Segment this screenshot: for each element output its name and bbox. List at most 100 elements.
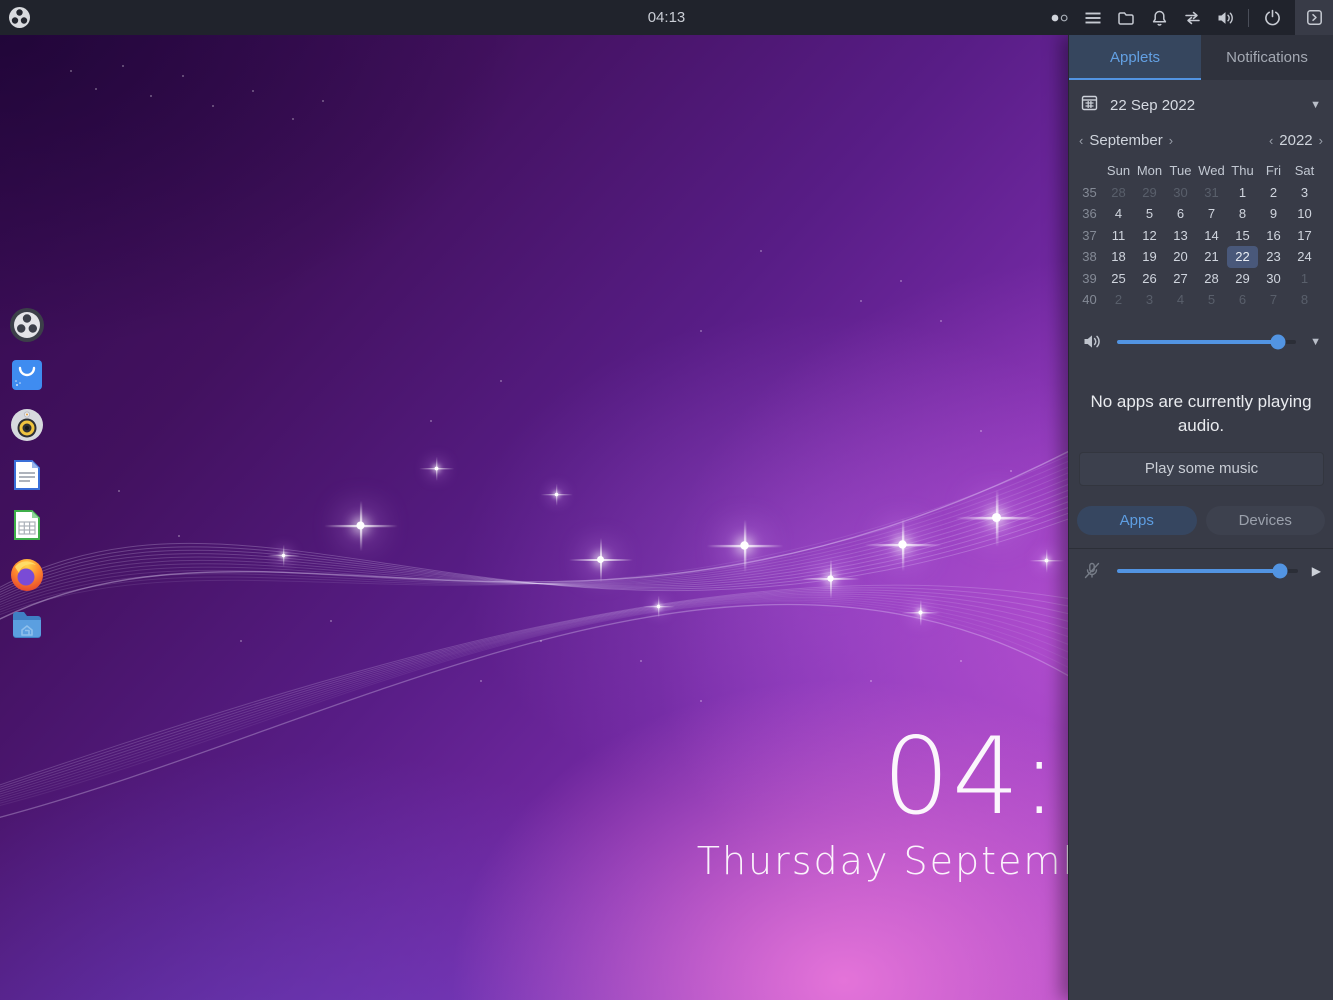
play-some-music-button[interactable]: Play some music [1079, 452, 1324, 486]
output-device-caret-icon[interactable]: ▼ [1310, 336, 1321, 348]
calendar-day[interactable]: 5 [1134, 203, 1165, 225]
sound-scope-tabs: Apps Devices [1069, 506, 1333, 535]
workspace-dots-icon[interactable] [1050, 9, 1070, 27]
top-bar: 04:13 [0, 0, 1333, 35]
calendar-selected-date: 22 Sep 2022 [1110, 97, 1195, 114]
budgie-menu-icon[interactable] [7, 6, 31, 30]
year-prev-icon[interactable]: ‹ [1269, 133, 1273, 148]
calendar-icon [1081, 94, 1098, 116]
calendar-day[interactable]: 6 [1227, 289, 1258, 311]
tab-devices[interactable]: Devices [1206, 506, 1326, 535]
calendar-day[interactable]: 8 [1289, 289, 1320, 311]
divider [1069, 548, 1333, 549]
wallpaper: 04:13 Thursday September 22 [0, 35, 1068, 1000]
calendar-day[interactable]: 17 [1289, 225, 1320, 247]
tab-notifications[interactable]: Notifications [1201, 35, 1333, 80]
calendar-day[interactable]: 13 [1165, 225, 1196, 247]
calendar-day[interactable]: 7 [1258, 289, 1289, 311]
calendar-day[interactable]: 30 [1258, 268, 1289, 290]
sound-output-row: ▼ [1069, 328, 1333, 356]
calendar-day[interactable]: 4 [1103, 203, 1134, 225]
calendar-day[interactable]: 3 [1134, 289, 1165, 311]
calendar-day[interactable]: 28 [1196, 268, 1227, 290]
sync-arrows-icon[interactable] [1182, 9, 1202, 27]
mic-slider-handle[interactable] [1272, 563, 1287, 578]
calendar-day[interactable]: 5 [1196, 289, 1227, 311]
calendar-day[interactable]: 27 [1165, 268, 1196, 290]
calendar-day[interactable]: 21 [1196, 246, 1227, 268]
calendar-day[interactable]: 28 [1103, 182, 1134, 204]
calendar-week-number: 39 [1076, 268, 1103, 290]
dock-item-media-player[interactable] [9, 407, 45, 443]
month-next-icon[interactable]: › [1169, 133, 1173, 148]
bell-icon[interactable] [1149, 9, 1169, 27]
volume-slider-handle[interactable] [1271, 334, 1286, 349]
calendar-day[interactable]: 14 [1196, 225, 1227, 247]
microphone-muted-icon[interactable] [1081, 561, 1103, 580]
calendar-day[interactable]: 31 [1196, 182, 1227, 204]
raven-toggle-icon[interactable] [1295, 0, 1333, 35]
calendar-nav: ‹ September › ‹ 2022 › [1069, 128, 1333, 152]
calendar-day[interactable]: 6 [1165, 203, 1196, 225]
dock-item-firefox[interactable] [9, 557, 45, 593]
power-icon[interactable] [1262, 9, 1282, 27]
calendar-expand-caret-icon[interactable]: ▼ [1310, 99, 1321, 111]
volume-icon[interactable] [1215, 9, 1235, 27]
calendar-day[interactable]: 29 [1134, 182, 1165, 204]
dock-item-libreoffice-calc[interactable] [9, 507, 45, 543]
calendar-day[interactable]: 15 [1227, 225, 1258, 247]
calendar-day[interactable]: 7 [1196, 203, 1227, 225]
calendar-day[interactable]: 29 [1227, 268, 1258, 290]
calendar-day[interactable]: 25 [1103, 268, 1134, 290]
calendar-month: September [1089, 132, 1162, 149]
dock-item-budgie-ball[interactable] [9, 307, 45, 343]
folder-icon[interactable] [1116, 9, 1136, 27]
calendar-day[interactable]: 9 [1258, 203, 1289, 225]
calendar-day[interactable]: 24 [1289, 246, 1320, 268]
calendar-day[interactable]: 8 [1227, 203, 1258, 225]
dock-item-files[interactable] [9, 607, 45, 643]
month-prev-icon[interactable]: ‹ [1079, 133, 1083, 148]
dock-item-software-store[interactable] [9, 357, 45, 393]
dock [9, 293, 47, 643]
calendar-day[interactable]: 20 [1165, 246, 1196, 268]
calendar-day[interactable]: 26 [1134, 268, 1165, 290]
calendar-day-header: Fri [1258, 160, 1289, 182]
calendar-day[interactable]: 30 [1165, 182, 1196, 204]
calendar-day-selected[interactable]: 22 [1227, 246, 1258, 268]
calendar-day[interactable]: 3 [1289, 182, 1320, 204]
mic-slider[interactable] [1117, 569, 1298, 573]
calendar-day-header: Sat [1289, 160, 1320, 182]
calendar-header[interactable]: 22 Sep 2022 ▼ [1069, 90, 1333, 120]
calendar-day[interactable]: 10 [1289, 203, 1320, 225]
wallpaper-waves [0, 35, 1068, 1000]
calendar-day[interactable]: 12 [1134, 225, 1165, 247]
menu-icon[interactable] [1083, 9, 1103, 27]
calendar-day[interactable]: 11 [1103, 225, 1134, 247]
calendar-day[interactable]: 19 [1134, 246, 1165, 268]
calendar-day-header: Tue [1165, 160, 1196, 182]
calendar-day[interactable]: 16 [1258, 225, 1289, 247]
year-next-icon[interactable]: › [1319, 133, 1323, 148]
calendar-day[interactable]: 23 [1258, 246, 1289, 268]
calendar-day[interactable]: 2 [1103, 289, 1134, 311]
calendar-day[interactable]: 18 [1103, 246, 1134, 268]
raven-tab-bar: Applets Notifications [1069, 35, 1333, 80]
calendar-week-number: 36 [1076, 203, 1103, 225]
calendar-grid: SunMonTueWedThuFriSat3528293031123364567… [1076, 160, 1333, 311]
calendar-day[interactable]: 4 [1165, 289, 1196, 311]
calendar-day-header: Sun [1103, 160, 1134, 182]
tab-applets[interactable]: Applets [1069, 35, 1201, 80]
topbar-separator [1248, 9, 1249, 27]
dock-item-libreoffice-writer[interactable] [9, 457, 45, 493]
calendar-day[interactable]: 1 [1227, 182, 1258, 204]
mic-expander-icon[interactable]: ▶ [1312, 564, 1321, 578]
calendar-day[interactable]: 1 [1289, 268, 1320, 290]
calendar-day-header: Mon [1134, 160, 1165, 182]
tab-apps[interactable]: Apps [1077, 506, 1197, 535]
volume-slider[interactable] [1117, 340, 1296, 344]
calendar-year: 2022 [1279, 132, 1312, 149]
speaker-icon[interactable] [1081, 332, 1103, 351]
calendar-day[interactable]: 2 [1258, 182, 1289, 204]
calendar-day-header: Wed [1196, 160, 1227, 182]
